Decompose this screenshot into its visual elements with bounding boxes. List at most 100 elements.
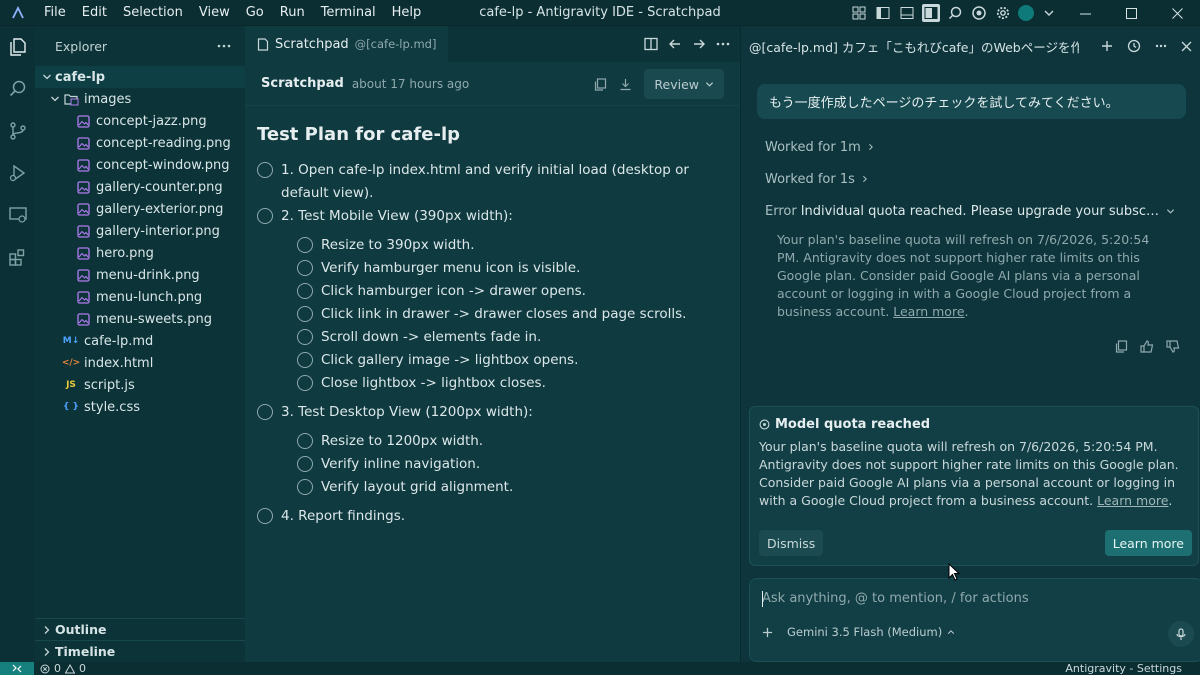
toggle-panel-icon[interactable] (898, 4, 916, 22)
tree-file[interactable]: menu-lunch.png (35, 286, 245, 308)
tree-file[interactable]: concept-jazz.png (35, 110, 245, 132)
minimize-icon[interactable] (1062, 0, 1108, 26)
checkbox-circle[interactable] (297, 283, 313, 299)
checkbox-circle[interactable] (257, 208, 273, 224)
checkbox-circle[interactable] (297, 260, 313, 276)
outline-section[interactable]: Outline (35, 618, 245, 640)
timeline-section[interactable]: Timeline (35, 640, 245, 662)
more-actions-icon[interactable] (716, 42, 730, 46)
search-view-icon[interactable] (7, 78, 29, 100)
dismiss-button[interactable]: Dismiss (759, 530, 824, 556)
thumbs-down-icon[interactable] (1166, 340, 1180, 353)
add-context-plus-icon[interactable] (762, 627, 773, 638)
menu-terminal[interactable]: Terminal (313, 0, 384, 26)
checkbox-circle[interactable] (257, 508, 273, 524)
remote-indicator-icon[interactable] (0, 662, 34, 675)
checkbox-circle[interactable] (297, 433, 313, 449)
account-chevron-down-icon[interactable] (1040, 4, 1058, 22)
error-circle-icon (40, 664, 50, 674)
tree-file[interactable]: concept-window.png (35, 154, 245, 176)
menu-file[interactable]: File (36, 0, 74, 26)
tree-root-folder[interactable]: cafe-lp (35, 66, 245, 88)
window-controls (1062, 0, 1200, 26)
checkbox-circle[interactable] (297, 306, 313, 322)
source-control-icon[interactable] (7, 120, 29, 142)
tree-file[interactable]: menu-drink.png (35, 264, 245, 286)
menu-edit[interactable]: Edit (74, 0, 115, 26)
menu-help[interactable]: Help (384, 0, 430, 26)
tree-file[interactable]: </> index.html (35, 352, 245, 374)
more-actions-icon[interactable] (217, 44, 231, 48)
tree-file[interactable]: gallery-counter.png (35, 176, 245, 198)
checklist-text: Verify layout grid alignment. (321, 479, 514, 495)
checkbox-circle[interactable] (297, 352, 313, 368)
problems-indicator[interactable]: 0 0 (40, 662, 86, 675)
tree-file[interactable]: gallery-exterior.png (35, 198, 245, 220)
settings-gear-icon[interactable] (994, 4, 1012, 22)
copy-icon[interactable] (594, 77, 607, 91)
checkbox-circle[interactable] (297, 479, 313, 495)
more-actions-icon[interactable] (1155, 44, 1167, 48)
close-window-icon[interactable] (1154, 0, 1200, 26)
customize-layout-icon[interactable] (850, 4, 868, 22)
checkbox-circle[interactable] (257, 404, 273, 420)
menu-selection[interactable]: Selection (115, 0, 191, 26)
checkbox-circle[interactable] (297, 456, 313, 472)
learn-more-link[interactable]: Learn more (893, 304, 964, 319)
model-selector[interactable]: Gemini 3.5 Flash (Medium) (787, 625, 955, 639)
title-bar: File Edit Selection View Go Run Terminal… (0, 0, 1200, 26)
tree-file[interactable]: M↓ cafe-lp.md (35, 330, 245, 352)
new-chat-plus-icon[interactable] (1101, 40, 1113, 52)
history-icon[interactable] (1127, 39, 1141, 53)
tree-folder-images[interactable]: images (35, 88, 245, 110)
checkbox-circle[interactable] (297, 237, 313, 253)
tree-file[interactable]: JS script.js (35, 374, 245, 396)
error-row[interactable]: Error Individual quota reached. Please u… (765, 195, 1175, 227)
mouse-pointer-icon (948, 563, 960, 581)
toggle-primary-sidebar-icon[interactable] (874, 4, 892, 22)
maximize-icon[interactable] (1108, 0, 1154, 26)
checkbox-circle[interactable] (297, 375, 313, 391)
quota-title: Model quota reached (759, 417, 1189, 432)
tree-file[interactable]: hero.png (35, 242, 245, 264)
checklist-subitem: Verify layout grid alignment. (257, 476, 728, 499)
tab-scratchpad[interactable]: Scratchpad @[cafe-lp.md] (245, 26, 449, 62)
quota-learn-more-link[interactable]: Learn more (1097, 493, 1168, 508)
split-editor-icon[interactable] (644, 37, 658, 51)
copy-icon[interactable] (1115, 340, 1128, 353)
toggle-secondary-sidebar-icon[interactable] (922, 4, 940, 22)
run-debug-icon[interactable] (7, 162, 29, 184)
browser-icon[interactable] (970, 4, 988, 22)
menu-view[interactable]: View (191, 0, 238, 26)
document-name: Scratchpad (261, 76, 344, 91)
account-avatar[interactable] (1018, 5, 1034, 21)
download-icon[interactable] (619, 78, 632, 91)
arrow-left-icon[interactable] (668, 37, 682, 51)
explorer-files-icon[interactable] (7, 36, 29, 58)
menu-run[interactable]: Run (272, 0, 313, 26)
menu-go[interactable]: Go (238, 0, 272, 26)
microphone-icon[interactable] (1168, 621, 1194, 647)
learn-more-button[interactable]: Learn more (1104, 530, 1192, 556)
tree-file[interactable]: menu-sweets.png (35, 308, 245, 330)
checkbox-circle[interactable] (297, 329, 313, 345)
period: . (1168, 493, 1173, 508)
remote-explorer-icon[interactable] (7, 204, 29, 226)
review-button[interactable]: Review (644, 69, 724, 99)
worked-for-1m-row[interactable]: Worked for 1m (765, 131, 1200, 163)
checklist-subitem: Verify hamburger menu icon is visible. (257, 257, 728, 280)
settings-status-item[interactable]: Antigravity - Settings (1065, 662, 1182, 675)
checklist-text: 4. Report findings. (281, 508, 406, 524)
close-panel-icon[interactable] (1181, 41, 1192, 52)
chat-input[interactable] (762, 591, 1182, 606)
thumbs-up-icon[interactable] (1140, 340, 1154, 353)
tree-file[interactable]: { } style.css (35, 396, 245, 418)
checklist-item: 1. Open cafe-lp index.html and verify in… (257, 159, 728, 205)
search-icon[interactable] (946, 4, 964, 22)
extensions-icon[interactable] (7, 246, 29, 268)
tree-file[interactable]: gallery-interior.png (35, 220, 245, 242)
worked-for-1s-row[interactable]: Worked for 1s (765, 163, 1200, 195)
arrow-right-icon[interactable] (692, 37, 706, 51)
tree-file[interactable]: concept-reading.png (35, 132, 245, 154)
checkbox-circle[interactable] (257, 162, 273, 178)
